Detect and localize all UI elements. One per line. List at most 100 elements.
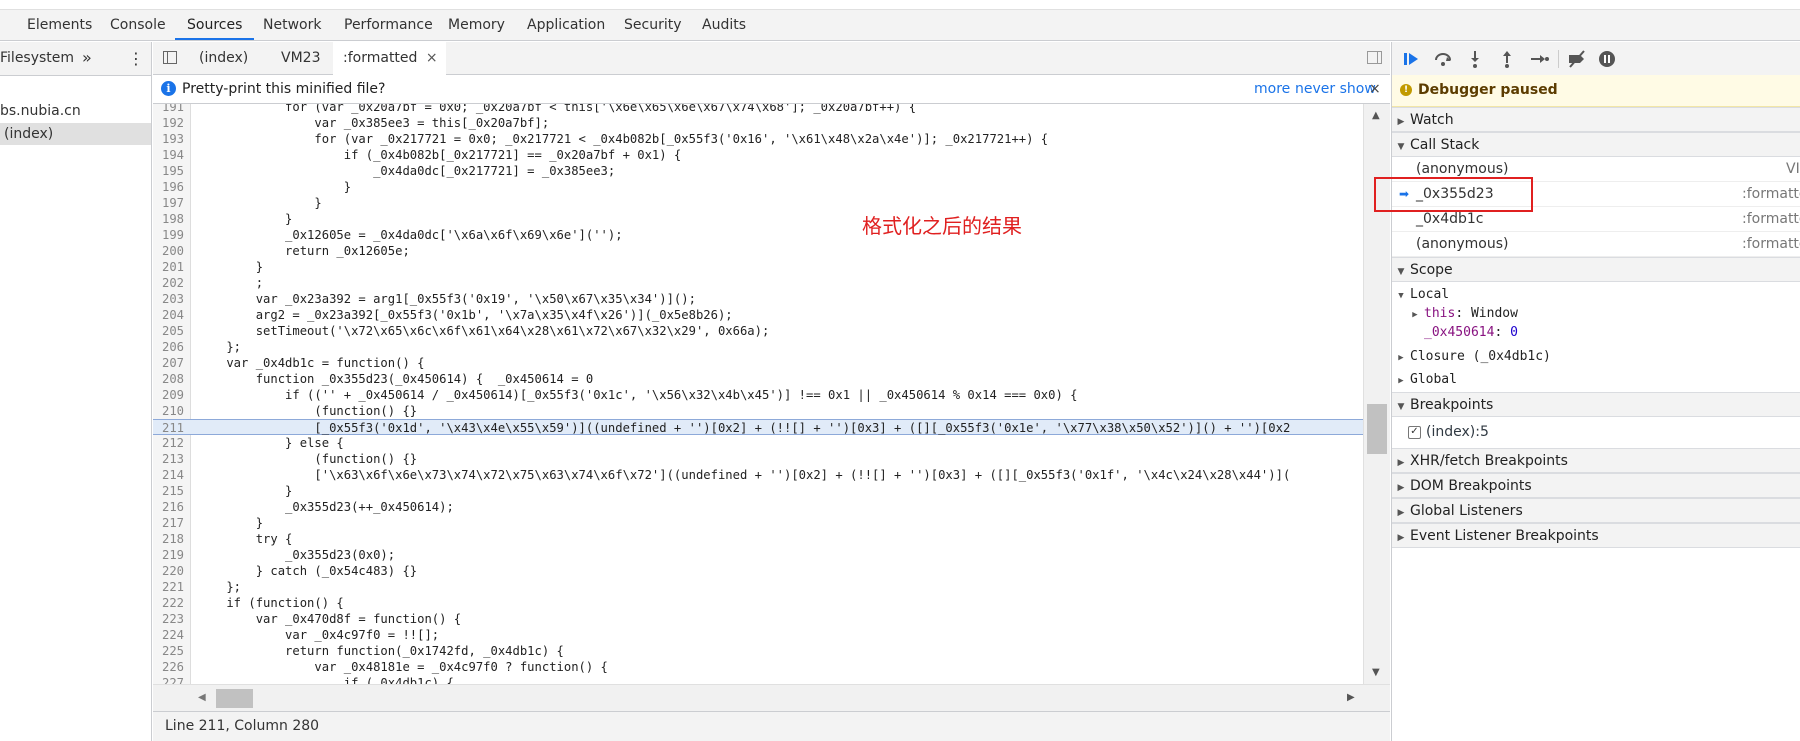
code-line[interactable]: 211 [_0x55f3('0x1d', '\x43\x4e\x55\x59')…	[153, 419, 1363, 435]
line-number[interactable]: 199	[153, 227, 184, 243]
tab-network[interactable]: Network	[251, 10, 333, 40]
code-line[interactable]: 198 }	[153, 211, 1363, 227]
section-dom-breakpoints[interactable]: ▶ DOM Breakpoints	[1392, 473, 1800, 498]
tab-filesystem[interactable]: Filesystem	[0, 42, 74, 75]
code-line[interactable]: 200 return _0x12605e;	[153, 243, 1363, 259]
line-number[interactable]: 202	[153, 275, 184, 291]
line-number[interactable]: 207	[153, 355, 184, 371]
section-global-listeners[interactable]: ▶ Global Listeners	[1392, 498, 1800, 523]
code-line[interactable]: 193 for (var _0x217721 = 0x0; _0x217721 …	[153, 131, 1363, 147]
scrollbar-thumb[interactable]	[216, 689, 253, 708]
code-editor[interactable]: 191 for (var _0x20a7bf = 0x0; _0x20a7bf …	[153, 104, 1363, 684]
pause-on-exceptions-icon[interactable]	[1596, 48, 1618, 70]
scope-property-var[interactable]: _0x450614: 0	[1424, 323, 1518, 342]
breakpoint-checkbox[interactable]: ✓	[1408, 426, 1421, 439]
code-line[interactable]: 216 _0x355d23(++_0x450614);	[153, 499, 1363, 515]
line-number[interactable]: 198	[153, 211, 184, 227]
line-number[interactable]: 221	[153, 579, 184, 595]
scope-property-this[interactable]: ▶ this: Window	[1406, 304, 1518, 323]
code-line[interactable]: 222 if (function() {	[153, 595, 1363, 611]
code-line[interactable]: 191 for (var _0x20a7bf = 0x0; _0x20a7bf …	[153, 104, 1363, 115]
code-line[interactable]: 225 return function(_0x1742fd, _0x4db1c)…	[153, 643, 1363, 659]
close-icon[interactable]: ×	[426, 50, 438, 66]
code-line[interactable]: 210 (function() {}	[153, 403, 1363, 419]
tab-elements[interactable]: Elements	[15, 10, 104, 40]
code-line[interactable]: 220 } catch (_0x54c483) {}	[153, 563, 1363, 579]
line-number[interactable]: 205	[153, 323, 184, 339]
code-line[interactable]: 203 var _0x23a392 = arg1[_0x55f3('0x19',…	[153, 291, 1363, 307]
editor-tab-formatted[interactable]: :formatted ×	[333, 42, 446, 76]
scroll-up-icon[interactable]: ▲	[1372, 110, 1380, 121]
code-line[interactable]: 226 var _0x48181e = _0x4c97f0 ? function…	[153, 659, 1363, 675]
never-show-link[interactable]: never show	[1295, 75, 1376, 103]
line-number[interactable]: 225	[153, 643, 184, 659]
tab-audits[interactable]: Audits	[690, 10, 758, 40]
toggle-debugger-icon[interactable]	[1367, 51, 1382, 64]
step-into-icon[interactable]	[1464, 48, 1486, 70]
scroll-left-icon[interactable]: ◀	[198, 692, 206, 703]
code-line[interactable]: 199 _0x12605e = _0x4da0dc['\x6a\x6f\x69\…	[153, 227, 1363, 243]
more-tabs-icon[interactable]: »	[82, 42, 92, 74]
section-call-stack[interactable]: ▼ Call Stack	[1392, 132, 1800, 157]
section-breakpoints[interactable]: ▼ Breakpoints	[1392, 392, 1800, 417]
breakpoint-item[interactable]: ✓ (index):5	[1392, 419, 1800, 445]
code-line[interactable]: 224 var _0x4c97f0 = !![];	[153, 627, 1363, 643]
line-number[interactable]: 220	[153, 563, 184, 579]
line-number[interactable]: 193	[153, 131, 184, 147]
tab-sources[interactable]: Sources	[175, 10, 255, 40]
code-line[interactable]: 204 arg2 = _0x23a392[_0x55f3('0x1b', '\x…	[153, 307, 1363, 323]
resume-icon[interactable]	[1400, 48, 1422, 70]
code-line[interactable]: 219 _0x355d23(0x0);	[153, 547, 1363, 563]
code-line[interactable]: 206 };	[153, 339, 1363, 355]
line-number[interactable]: 200	[153, 243, 184, 259]
step-out-icon[interactable]	[1496, 48, 1518, 70]
line-number[interactable]: 219	[153, 547, 184, 563]
step-over-icon[interactable]	[1432, 48, 1454, 70]
close-icon[interactable]: ×	[1369, 75, 1381, 103]
section-event-listener-breakpoints[interactable]: ▶ Event Listener Breakpoints	[1392, 523, 1800, 548]
section-xhr-breakpoints[interactable]: ▶ XHR/fetch Breakpoints	[1392, 448, 1800, 473]
section-scope[interactable]: ▼ Scope	[1392, 257, 1800, 282]
scroll-down-icon[interactable]: ▼	[1372, 667, 1380, 678]
line-number[interactable]: 191	[153, 104, 184, 115]
code-line[interactable]: 201 }	[153, 259, 1363, 275]
tab-memory[interactable]: Memory	[436, 10, 517, 40]
editor-tab-vm23[interactable]: VM23	[273, 42, 328, 74]
call-frame[interactable]: (anonymous) :formatte	[1392, 232, 1800, 257]
line-number[interactable]: 192	[153, 115, 184, 131]
nav-item-index[interactable]: (index)	[0, 123, 151, 145]
horizontal-scrollbar[interactable]: ◀ ▶	[153, 684, 1390, 711]
code-line[interactable]: 215 }	[153, 483, 1363, 499]
code-line[interactable]: 192 var _0x385ee3 = this[_0x20a7bf];	[153, 115, 1363, 131]
line-number[interactable]: 224	[153, 627, 184, 643]
line-number[interactable]: 217	[153, 515, 184, 531]
line-number[interactable]: 227	[153, 675, 184, 684]
scope-local[interactable]: ▼ Local	[1392, 285, 1449, 304]
code-line[interactable]: 194 if (_0x4b082b[_0x217721] == _0x20a7b…	[153, 147, 1363, 163]
scope-global[interactable]: ▶ Global	[1392, 370, 1457, 389]
line-number[interactable]: 201	[153, 259, 184, 275]
code-line[interactable]: 221 };	[153, 579, 1363, 595]
line-number[interactable]: 216	[153, 499, 184, 515]
call-frame[interactable]: (anonymous) VI	[1392, 157, 1800, 182]
line-number[interactable]: 208	[153, 371, 184, 387]
code-line[interactable]: 223 var _0x470d8f = function() {	[153, 611, 1363, 627]
code-line[interactable]: 214 ['\x63\x6f\x6e\x73\x74\x72\x75\x63\x…	[153, 467, 1363, 483]
scroll-right-icon[interactable]: ▶	[1347, 692, 1355, 703]
deactivate-breakpoints-icon[interactable]	[1566, 48, 1588, 70]
code-line[interactable]: 196 }	[153, 179, 1363, 195]
line-number[interactable]: 206	[153, 339, 184, 355]
tab-performance[interactable]: Performance	[332, 10, 445, 40]
vertical-scrollbar[interactable]: ▲ ▼	[1363, 104, 1390, 684]
line-number[interactable]: 215	[153, 483, 184, 499]
call-frame[interactable]: _0x4db1c :formatte	[1392, 207, 1800, 232]
line-number[interactable]: 197	[153, 195, 184, 211]
step-icon[interactable]	[1528, 48, 1550, 70]
line-number[interactable]: 226	[153, 659, 184, 675]
more-link[interactable]: more	[1254, 75, 1290, 103]
tab-console[interactable]: Console	[98, 10, 178, 40]
line-number[interactable]: 204	[153, 307, 184, 323]
line-number[interactable]: 211	[153, 420, 184, 436]
tab-security[interactable]: Security	[612, 10, 694, 40]
line-number[interactable]: 222	[153, 595, 184, 611]
